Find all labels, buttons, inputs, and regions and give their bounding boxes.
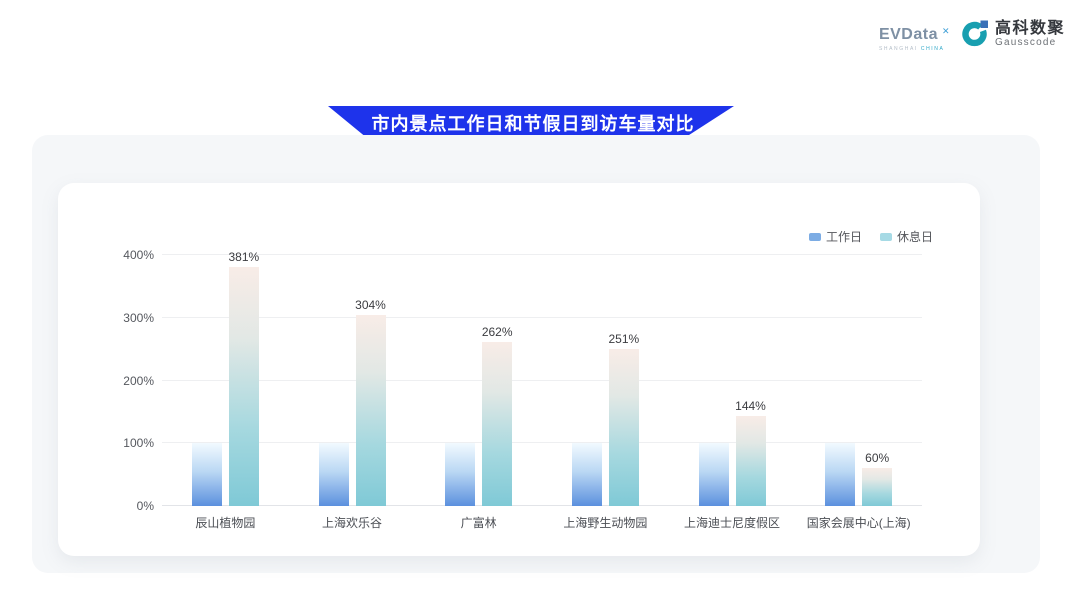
evdata-x-icon: ✕ xyxy=(942,22,950,40)
header-logos: EVData ✕ SHANGHAI CHINA 高科数聚 Gausscode xyxy=(879,20,1065,52)
bar-value-label: 251% xyxy=(608,332,639,346)
chart-legend: 工作日 休息日 xyxy=(809,228,933,245)
bar-休息日: 60% xyxy=(862,468,892,506)
bar-工作日 xyxy=(445,443,475,506)
bar-pair: 144% xyxy=(669,255,796,506)
bar-工作日 xyxy=(572,443,602,506)
bar-工作日 xyxy=(825,443,855,506)
bar-工作日 xyxy=(319,443,349,506)
bar-pair: 304% xyxy=(289,255,416,506)
bar-group: 251%上海野生动物园 xyxy=(542,255,669,506)
legend-item[interactable]: 工作日 xyxy=(809,228,862,245)
bar-group: 60%国家会展中心(上海) xyxy=(795,255,922,506)
y-axis-labels: 0%100%200%300%400% xyxy=(88,255,154,506)
bar-休息日: 381% xyxy=(229,267,259,506)
x-axis-label: 辰山植物园 xyxy=(195,514,255,531)
legend-swatch xyxy=(809,233,821,241)
bar-工作日 xyxy=(192,443,222,506)
bar-groups: 381%辰山植物园304%上海欢乐谷262%广富林251%上海野生动物园144%… xyxy=(162,255,922,506)
y-tick-label: 300% xyxy=(123,311,154,325)
y-tick-label: 100% xyxy=(123,436,154,450)
x-axis-label: 广富林 xyxy=(461,514,497,531)
bar-value-label: 144% xyxy=(735,399,766,413)
bar-休息日: 144% xyxy=(736,416,766,506)
bar-pair: 251% xyxy=(542,255,669,506)
legend-swatch xyxy=(880,233,892,241)
bar-value-label: 304% xyxy=(355,298,386,312)
y-tick-label: 0% xyxy=(137,499,154,513)
evdata-wordmark: EVData ✕ xyxy=(879,26,948,44)
x-axis-label: 国家会展中心(上海) xyxy=(807,514,911,531)
bar-group: 304%上海欢乐谷 xyxy=(289,255,416,506)
gausscode-text: 高科数聚 Gausscode xyxy=(995,20,1065,48)
bar-group: 381%辰山植物园 xyxy=(162,255,289,506)
bar-休息日: 251% xyxy=(609,349,639,507)
y-tick-label: 400% xyxy=(123,248,154,262)
page-title: 市内景点工作日和节假日到访车量对比 xyxy=(368,110,695,136)
bar-pair: 60% xyxy=(795,255,922,506)
x-axis-label: 上海欢乐谷 xyxy=(322,514,382,531)
bar-休息日: 262% xyxy=(482,342,512,506)
legend-label: 休息日 xyxy=(897,228,933,245)
evdata-subtext: SHANGHAI CHINA xyxy=(879,46,944,52)
gausscode-cn-name: 高科数聚 xyxy=(995,20,1065,37)
bar-休息日: 304% xyxy=(356,315,386,506)
x-axis-label: 上海野生动物园 xyxy=(563,514,647,531)
bar-value-label: 60% xyxy=(865,451,889,465)
bar-value-label: 262% xyxy=(482,325,513,339)
gausscode-en-name: Gausscode xyxy=(995,37,1065,48)
gausscode-logo: 高科数聚 Gausscode xyxy=(961,20,1065,48)
bar-group: 144%上海迪士尼度假区 xyxy=(669,255,796,506)
legend-item[interactable]: 休息日 xyxy=(880,228,933,245)
evdata-logo: EVData ✕ SHANGHAI CHINA xyxy=(879,20,948,52)
evdata-wordmark-text: EVData xyxy=(879,26,938,43)
chart-card: 工作日休息日 0%100%200%300%400% 381%辰山植物园304%上… xyxy=(58,183,980,556)
bar-工作日 xyxy=(699,443,729,506)
y-tick-label: 200% xyxy=(123,374,154,388)
bar-pair: 381% xyxy=(162,255,289,506)
chart-panel: 工作日休息日 0%100%200%300%400% 381%辰山植物园304%上… xyxy=(32,135,1040,573)
bar-group: 262%广富林 xyxy=(415,255,542,506)
bar-pair: 262% xyxy=(415,255,542,506)
plot-area: 381%辰山植物园304%上海欢乐谷262%广富林251%上海野生动物园144%… xyxy=(162,255,922,506)
bar-value-label: 381% xyxy=(228,250,259,264)
gausscode-c-icon xyxy=(961,20,989,48)
x-axis-label: 上海迪士尼度假区 xyxy=(684,514,780,531)
legend-label: 工作日 xyxy=(826,228,862,245)
